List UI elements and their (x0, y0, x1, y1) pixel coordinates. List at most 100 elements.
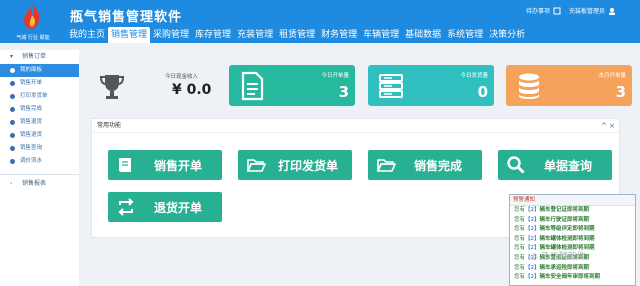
bullet-icon (10, 81, 15, 86)
alert-row[interactable]: 您有【2】辆车安全阀年审即将到期 (510, 273, 635, 283)
nav-vehicles[interactable]: 车辆管理 (360, 27, 402, 43)
chevron-down-icon: ▾ (10, 53, 14, 60)
alert-row[interactable]: 您有【2】辆车罐体检测即将到期 (510, 235, 635, 245)
sidebar-item-create-order[interactable]: 销售开单 (0, 77, 79, 90)
button-label: 打印发货单 (278, 158, 339, 173)
alert-prefix: 您有 (514, 264, 526, 271)
alert-prefix: 您有 (514, 274, 526, 281)
logo-tagline: 气城 行业 赋能 (16, 35, 50, 41)
exchange-icon (118, 198, 134, 216)
nav-purchase[interactable]: 采购管理 (150, 27, 192, 43)
user-name: 充装板管理员 (569, 8, 606, 15)
sidebar: ▾ 销售订单 我的面板 销售开单 打印发货单 销售完成 销售退货 销售退货 销售… (0, 50, 79, 286)
sidebar-group-sales-reports[interactable]: › 销售报表 (0, 177, 79, 191)
alert-count: 【2】 (525, 207, 540, 213)
alert-notification-popup: 预警通知 您有【2】辆车登记证即将到期 您有【2】辆车行驶证即将到期 您有【2】… (509, 194, 636, 286)
sidebar-item-label: 销售完成 (20, 106, 43, 112)
sidebar-group-label: 销售订单 (22, 53, 47, 60)
alert-count: 【2】 (525, 274, 540, 281)
database-icon (519, 73, 539, 99)
sidebar-item-label: 销售退货 (20, 132, 43, 138)
bullet-icon (10, 68, 15, 73)
alert-prefix: 您有 (514, 235, 526, 242)
alert-row[interactable]: 您有【2】辆车行驶证即将到期 (510, 216, 635, 226)
alert-message: 辆车安全阀年审即将到期 (539, 274, 601, 281)
create-sales-order-button[interactable]: 销售开单 (108, 150, 222, 180)
button-label: 单据查询 (544, 158, 593, 173)
server-icon (379, 74, 403, 98)
sidebar-item-label: 调价流水 (20, 158, 43, 164)
sidebar-item-dashboard[interactable]: 我的面板 (0, 64, 79, 77)
user-menu[interactable]: 充装板管理员 (569, 6, 616, 15)
alert-prefix: 您有 (514, 226, 526, 233)
alert-prefix: 您有 (514, 207, 526, 213)
bullet-icon (10, 94, 15, 99)
nav-inventory[interactable]: 库存管理 (192, 27, 234, 43)
search-icon (507, 156, 525, 174)
alert-message: 辆车承运险即将到期 (539, 264, 590, 271)
stat-label: 本月开单量 (598, 73, 626, 79)
sidebar-item-sales-return[interactable]: 销售退货 (0, 116, 79, 129)
app-logo: 气城 行业 赋能 (4, 2, 58, 42)
sidebar-item-sales-return-2[interactable]: 销售退货 (0, 129, 79, 142)
alert-count: 【2】 (525, 216, 540, 223)
alert-row[interactable]: 您有【2】辆车登记证即将到期 (510, 206, 635, 216)
sidebar-item-label: 销售开单 (20, 80, 43, 86)
alert-row[interactable]: 您有【2】辆车等级评定即将到期 (510, 225, 635, 235)
nav-system[interactable]: 系统管理 (444, 27, 486, 43)
stat-label: 今日发货量 (460, 73, 488, 79)
sidebar-item-print-delivery[interactable]: 打印发货单 (0, 90, 79, 103)
todo-link[interactable]: 待办事项 (526, 6, 561, 15)
nav-base-data[interactable]: 基础数据 (402, 27, 444, 43)
sidebar-item-label: 销售退货 (20, 119, 43, 125)
alert-prefix: 您有 (514, 245, 526, 252)
alert-prefix: 您有 (514, 254, 526, 261)
book-icon (119, 158, 131, 172)
nav-analytics[interactable]: 决策分析 (486, 27, 528, 43)
sidebar-group-sales-orders[interactable]: ▾ 销售订单 (0, 50, 79, 64)
todo-icon (553, 7, 561, 14)
alert-message: 辆车登记证即将到期 (539, 207, 590, 213)
nav-sales[interactable]: 销售管理 (108, 27, 151, 43)
button-label: 销售开单 (154, 158, 203, 173)
folder-open-icon (376, 159, 396, 172)
sidebar-divider (0, 174, 79, 175)
folder-open-icon (246, 159, 266, 172)
bullet-icon (10, 107, 15, 112)
nav-filling[interactable]: 充装管理 (234, 27, 276, 43)
app-header: 气城 行业 赋能 瓶气销售管理软件 待办事项 充装板管理员 我的主页 销售管理 … (0, 0, 640, 43)
alert-count: 【2】 (525, 264, 540, 271)
nav-finance[interactable]: 财务管理 (318, 27, 360, 43)
stat-value: 3 (615, 83, 626, 101)
cash-income-value: ¥ 0.0 (172, 82, 212, 98)
bullet-icon (10, 133, 15, 138)
sidebar-item-label: 我的面板 (20, 67, 43, 73)
trophy-icon (99, 75, 125, 99)
alert-row[interactable]: 您有【2】辆车承运险即将到期 (510, 264, 635, 274)
stat-value: 3 (338, 83, 349, 101)
panel-title: 常用功能 (97, 122, 122, 129)
alert-count: 【2】 (525, 226, 540, 233)
stat-card-deliveries-today: 今日发货量 0 (368, 65, 494, 106)
panel-collapse-close-controls[interactable]: ^ × (601, 119, 615, 133)
main-nav: 我的主页 销售管理 采购管理 库存管理 充装管理 租赁管理 财务管理 车辆管理 … (66, 27, 528, 43)
document-icon (241, 71, 264, 101)
print-delivery-note-button[interactable]: 打印发货单 (238, 150, 352, 180)
flame-logo-icon (24, 3, 40, 29)
user-icon (609, 7, 616, 15)
sidebar-item-label: 销售查询 (20, 145, 43, 151)
nav-home[interactable]: 我的主页 (66, 27, 108, 43)
stat-label: 今日开单量 (321, 73, 349, 79)
document-query-button[interactable]: 单据查询 (498, 150, 612, 180)
nav-leasing[interactable]: 租赁管理 (276, 27, 318, 43)
sidebar-item-price-log[interactable]: 调价流水 (0, 155, 79, 168)
bullet-icon (10, 146, 15, 151)
stat-value: 0 (477, 83, 488, 101)
sidebar-item-sales-query[interactable]: 销售查询 (0, 142, 79, 155)
panel-header: 常用功能 ^ × (92, 119, 619, 133)
sidebar-item-sales-complete[interactable]: 销售完成 (0, 103, 79, 116)
alert-prefix: 您有 (514, 216, 526, 223)
sales-complete-button[interactable]: 销售完成 (368, 150, 482, 180)
return-order-button[interactable]: 退货开单 (108, 192, 222, 222)
alert-message: 辆车罐体检测即将到期 (539, 235, 595, 242)
